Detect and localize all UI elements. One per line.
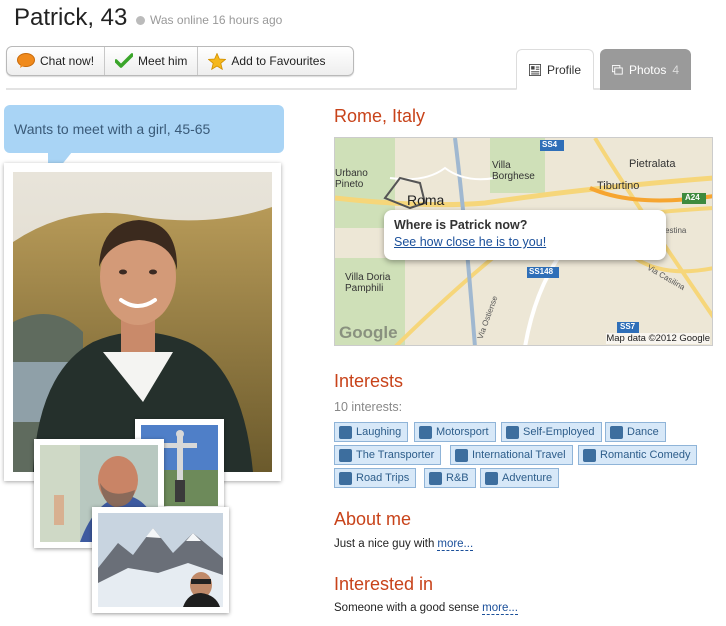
chat-now-label: Chat now!	[40, 54, 95, 68]
map-label-urbano: Urbano Pineto	[335, 168, 368, 190]
music-note-icon	[610, 425, 623, 439]
interested-in-heading: Interested in	[334, 574, 434, 594]
tab-profile[interactable]: Profile	[516, 49, 594, 90]
map-popup: Where is Patrick now? See how close he i…	[384, 210, 666, 260]
interest-tag[interactable]: The Transporter	[334, 445, 442, 465]
tv-icon	[583, 448, 596, 462]
google-logo: Google	[339, 323, 398, 342]
chat-now-button[interactable]: Chat now!	[7, 47, 106, 75]
map-attribution: Map data ©2012 Google	[606, 333, 710, 344]
interest-label: Laughing	[356, 426, 402, 438]
interest-label: R&B	[446, 472, 469, 484]
checkmark-icon	[115, 53, 134, 68]
meet-him-label: Meet him	[138, 54, 188, 68]
adventure-icon	[485, 471, 498, 485]
interest-label: The Transporter	[356, 449, 435, 461]
film-icon	[339, 448, 352, 462]
meet-him-button[interactable]: Meet him	[105, 47, 199, 75]
about-text: Just a nice guy with more...	[334, 538, 474, 551]
profile-name: Patrick, 43	[14, 4, 128, 31]
interests-count: 10 interests:	[334, 400, 403, 414]
interest-tag[interactable]: Road Trips	[334, 468, 417, 488]
interest-tag[interactable]: Adventure	[480, 468, 560, 488]
interest-label: Romantic Comedy	[600, 449, 691, 461]
interest-tag[interactable]: Romantic Comedy	[578, 445, 698, 465]
map-label-roma: Roma	[407, 192, 445, 208]
photos-count: 4	[672, 62, 679, 77]
map-label-ss7: SS7	[620, 322, 636, 331]
globe-icon	[339, 471, 352, 485]
interest-label: International Travel	[472, 449, 566, 461]
interest-tag[interactable]: Laughing	[334, 422, 409, 442]
globe-icon	[455, 448, 468, 462]
map-label-villa-doria: Villa Doria Pamphili	[345, 272, 391, 294]
laugh-icon	[339, 425, 352, 439]
trophy-icon	[419, 425, 432, 439]
interest-label: Adventure	[502, 472, 553, 484]
about-heading: About me	[334, 509, 412, 529]
interest-tag[interactable]: R&B	[424, 468, 476, 488]
music-note-icon	[429, 471, 442, 485]
map-label-prenestina: estina	[665, 226, 687, 235]
mountains-photo-image	[98, 513, 223, 607]
online-status-text: Was online 16 hours ago	[150, 13, 283, 27]
photo-thumbnail-mountains[interactable]	[92, 507, 229, 613]
action-bar: Chat now! Meet him Add to Favourites	[6, 46, 354, 76]
interests-heading: Interests	[334, 371, 404, 391]
status-dot-icon	[136, 15, 145, 25]
map-label-pietralata: Pietralata	[629, 158, 676, 170]
map-popup-question: Where is Patrick now?	[394, 218, 528, 232]
interest-label: Self-Employed	[523, 426, 595, 438]
map-label-tiburtino: Tiburtino	[597, 180, 640, 192]
interest-label: Motorsport	[436, 426, 489, 438]
interest-tag[interactable]: Self-Employed	[501, 422, 602, 442]
interested-in-more-link[interactable]: more...	[482, 602, 518, 615]
interest-tag[interactable]: Dance	[605, 422, 666, 442]
add-to-favourites-label: Add to Favourites	[231, 54, 326, 68]
briefcase-icon	[506, 425, 519, 439]
looking-for-bubble: Wants to meet with a girl, 45-65	[4, 105, 284, 153]
tab-photos[interactable]: Photos 4	[600, 49, 691, 90]
interest-label: Dance	[627, 426, 659, 438]
map-label-villa-borghese: Villa Borghese	[492, 160, 535, 182]
photos-stack-icon	[612, 64, 623, 75]
map-label-ss4: SS4	[542, 140, 558, 149]
tab-profile-label: Profile	[546, 62, 581, 77]
map-label-a24: A24	[685, 193, 700, 202]
interest-tag[interactable]: Motorsport	[414, 422, 496, 442]
interest-label: Road Trips	[356, 472, 410, 484]
interested-in-text-body: Someone with a good sense	[334, 602, 480, 614]
location-heading: Rome, Italy	[334, 106, 426, 126]
about-more-link[interactable]: more...	[437, 538, 474, 551]
tab-photos-label: Photos	[628, 62, 667, 77]
add-to-favourites-button[interactable]: Add to Favourites	[198, 47, 335, 75]
distance-link[interactable]: See how close he is to you!	[394, 235, 656, 249]
interest-tag[interactable]: International Travel	[450, 445, 573, 465]
profile-card-icon	[529, 63, 541, 76]
map-label-ss148: SS148	[529, 267, 554, 276]
interested-in-text: Someone with a good sense more...	[334, 602, 518, 615]
chat-bubble-icon	[17, 53, 35, 68]
about-text-body: Just a nice guy with	[334, 538, 435, 550]
star-icon	[208, 52, 227, 70]
looking-for-text: Wants to meet with a girl, 45-65	[14, 121, 211, 137]
location-map[interactable]: Roma Villa Borghese Tiburtino Pietralata…	[334, 137, 713, 346]
online-status: Was online 16 hours ago	[136, 13, 282, 27]
